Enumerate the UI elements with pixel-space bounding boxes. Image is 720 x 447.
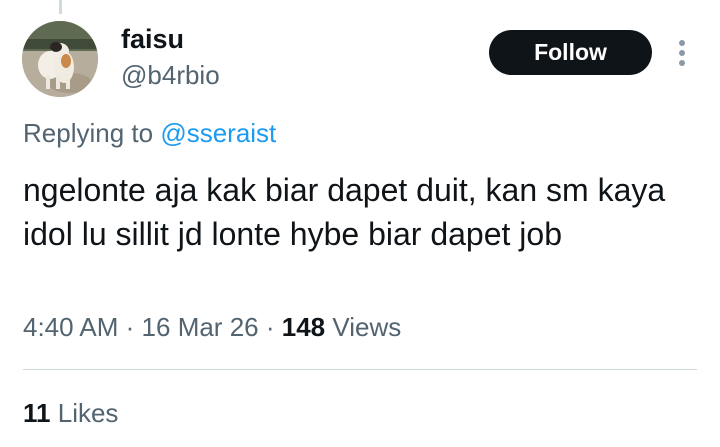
divider bbox=[23, 369, 697, 370]
tweet-meta: 4:40 AM · 16 Mar 26 · 148 Views bbox=[23, 312, 401, 343]
likes-count: 11 bbox=[23, 398, 51, 428]
tweet-text: ngelonte aja kak biar dapet duit, kan sm… bbox=[23, 172, 666, 252]
tweet-time[interactable]: 4:40 AM bbox=[23, 312, 118, 342]
more-vertical-icon[interactable] bbox=[672, 36, 692, 70]
thread-connector-line bbox=[59, 0, 62, 14]
replying-to-mention[interactable]: @sseraist bbox=[160, 118, 276, 148]
tweet-date[interactable]: 16 Mar 26 bbox=[142, 312, 259, 342]
replying-to-line: Replying to @sseraist bbox=[23, 118, 276, 149]
follow-button[interactable]: Follow bbox=[489, 30, 652, 75]
more-dot bbox=[679, 50, 685, 56]
tweet-detail: faisu @b4rbio Follow Replying to @sserai… bbox=[0, 0, 720, 447]
likes-link[interactable]: 11 Likes bbox=[23, 398, 118, 429]
avatar[interactable] bbox=[22, 21, 98, 97]
more-dot bbox=[679, 40, 685, 46]
cat-photo-avatar bbox=[22, 21, 98, 97]
likes-label: Likes bbox=[57, 398, 119, 428]
replying-prefix: Replying to bbox=[23, 118, 154, 148]
more-dot bbox=[679, 60, 685, 66]
views-label: Views bbox=[332, 312, 402, 342]
author-display-name[interactable]: faisu bbox=[121, 24, 184, 55]
views-count: 148 bbox=[281, 312, 326, 342]
meta-separator: · bbox=[125, 312, 135, 342]
meta-separator: · bbox=[265, 312, 275, 342]
author-handle[interactable]: @b4rbio bbox=[121, 60, 220, 91]
